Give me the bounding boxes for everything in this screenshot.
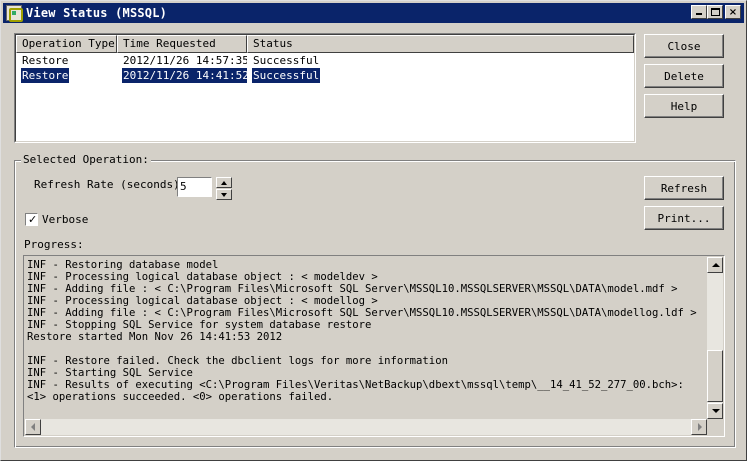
selected-operation-label: Selected Operation: bbox=[21, 153, 151, 167]
scroll-down-button[interactable] bbox=[707, 403, 723, 419]
table-row-selected[interactable]: Restore 2012/11/26 14:41:52 Successful bbox=[16, 68, 634, 83]
row-status: Successful bbox=[252, 68, 321, 83]
refresh-button[interactable]: Refresh bbox=[644, 176, 724, 200]
arrow-left-icon bbox=[31, 423, 35, 431]
progress-label: Progress: bbox=[24, 238, 84, 251]
log-line: INF - Restoring database model bbox=[27, 259, 219, 271]
log-line: INF - Processing logical database object… bbox=[27, 271, 378, 283]
column-status[interactable]: Status bbox=[247, 35, 634, 53]
refresh-rate-input[interactable]: 5 bbox=[177, 177, 212, 197]
app-icon bbox=[6, 5, 23, 22]
refresh-rate-down-button[interactable] bbox=[216, 189, 232, 200]
view-status-window: View Status (MSSQL) × Operation Type Tim… bbox=[0, 0, 747, 461]
row-operation-type: Restore bbox=[21, 68, 70, 83]
maximize-icon bbox=[711, 8, 720, 16]
close-icon: × bbox=[728, 6, 738, 18]
horizontal-scrollbar[interactable] bbox=[25, 419, 707, 435]
spin-down-icon bbox=[221, 193, 227, 197]
refresh-rate-up-button[interactable] bbox=[216, 177, 232, 188]
minimize-icon bbox=[696, 13, 702, 15]
arrow-right-icon bbox=[698, 423, 702, 431]
delete-button[interactable]: Delete bbox=[644, 64, 724, 88]
print-button[interactable]: Print... bbox=[644, 206, 724, 230]
column-operation-type[interactable]: Operation Type bbox=[16, 35, 117, 53]
vertical-scroll-thumb[interactable] bbox=[707, 350, 723, 402]
verbose-label[interactable]: Verbose bbox=[42, 213, 88, 227]
log-line: INF - Processing logical database object… bbox=[27, 295, 378, 307]
scroll-corner bbox=[707, 419, 723, 435]
window-title: View Status (MSSQL) bbox=[26, 6, 168, 20]
log-line: INF - Starting SQL Service bbox=[27, 367, 193, 379]
row-time-requested: 2012/11/26 14:57:35 bbox=[123, 54, 247, 67]
title-bar[interactable]: View Status (MSSQL) × bbox=[3, 3, 744, 23]
progress-log[interactable]: INF - Restoring database model INF - Pro… bbox=[23, 255, 725, 437]
close-window-button[interactable]: × bbox=[725, 5, 741, 19]
vertical-scrollbar[interactable] bbox=[707, 257, 723, 419]
row-operation-type: Restore bbox=[22, 54, 69, 67]
progress-text: INF - Restoring database model INF - Pro… bbox=[25, 257, 707, 418]
operations-list[interactable]: Operation Type Time Requested Status Res… bbox=[14, 33, 636, 143]
refresh-rate-label: Refresh Rate (seconds): bbox=[34, 178, 187, 191]
title-buttons: × bbox=[691, 5, 741, 19]
log-line: <1> operations succeeded. <0> operations… bbox=[27, 391, 334, 403]
log-line: Restore started Mon Nov 26 14:41:53 2012 bbox=[27, 331, 283, 343]
maximize-button[interactable] bbox=[707, 5, 723, 19]
table-row[interactable]: Restore 2012/11/26 14:57:35 Successful bbox=[16, 53, 634, 68]
log-line: INF - Results of executing <C:\Program F… bbox=[27, 379, 684, 391]
arrow-up-icon bbox=[712, 263, 720, 267]
arrow-down-icon bbox=[712, 409, 720, 413]
close-button[interactable]: Close bbox=[644, 34, 724, 58]
log-line: INF - Adding file : < C:\Program Files\M… bbox=[27, 283, 678, 295]
log-line: INF - Adding file : < C:\Program Files\M… bbox=[27, 307, 697, 319]
scroll-left-button[interactable] bbox=[25, 419, 41, 435]
row-status: Successful bbox=[253, 54, 320, 67]
column-time-requested[interactable]: Time Requested bbox=[117, 35, 247, 53]
checkmark-icon: ✓ bbox=[28, 213, 38, 226]
scroll-right-button[interactable] bbox=[691, 419, 707, 435]
scroll-up-button[interactable] bbox=[707, 257, 723, 273]
row-time-requested: 2012/11/26 14:41:52 bbox=[122, 68, 247, 83]
verbose-checkbox[interactable]: ✓ bbox=[25, 213, 38, 226]
spin-up-icon bbox=[221, 181, 227, 185]
list-header: Operation Type Time Requested Status bbox=[16, 35, 634, 53]
help-button[interactable]: Help bbox=[644, 94, 724, 118]
log-line: INF - Restore failed. Check the dbclient… bbox=[27, 355, 448, 367]
log-line: INF - Stopping SQL Service for system da… bbox=[27, 319, 372, 331]
minimize-button[interactable] bbox=[691, 5, 707, 19]
